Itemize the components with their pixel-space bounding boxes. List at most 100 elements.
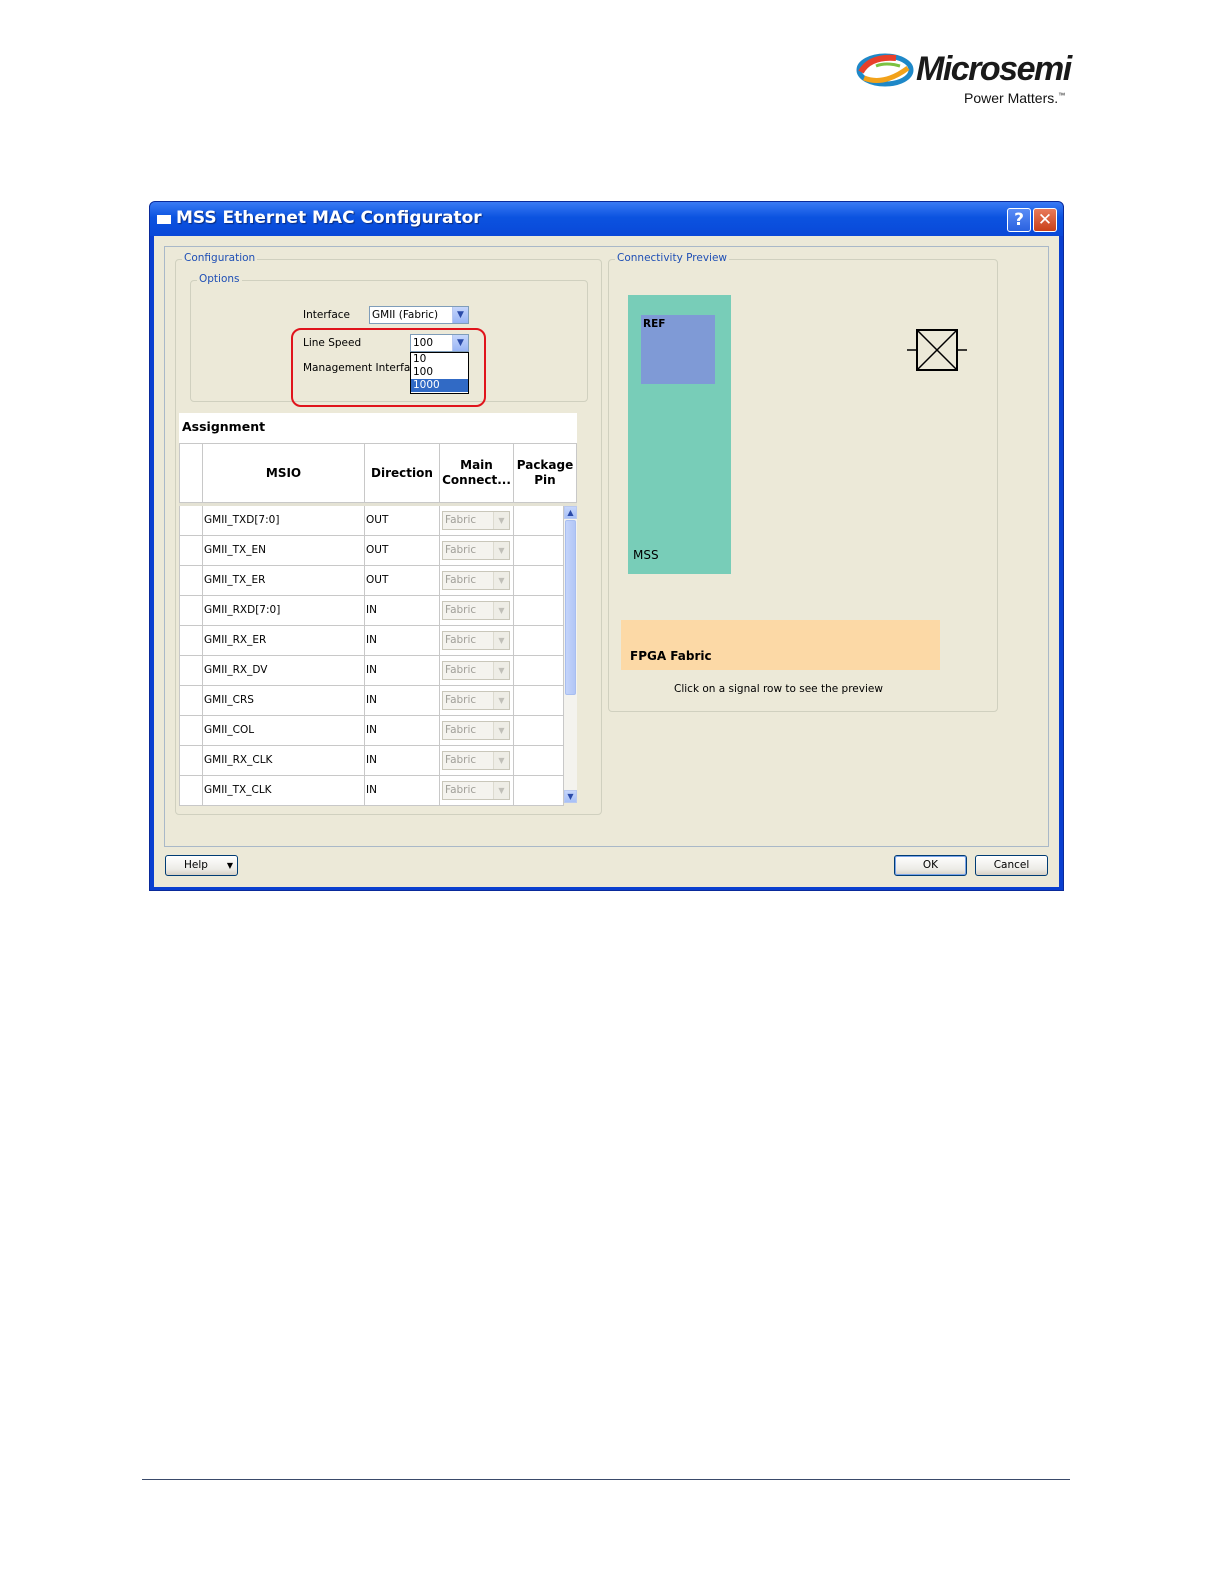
footer-divider [142, 1479, 1070, 1480]
chevron-down-icon[interactable]: ▼ [493, 512, 509, 529]
table-row[interactable]: GMII_RX_DV IN Fabric ▼ [179, 656, 564, 686]
direction-cell: IN [365, 656, 440, 685]
chevron-down-icon[interactable]: ▼ [493, 632, 509, 649]
main-connection-select[interactable]: Fabric ▼ [442, 691, 510, 710]
preview-hint: Click on a signal row to see the preview [674, 683, 883, 695]
table-row[interactable]: GMII_TX_ER OUT Fabric ▼ [179, 566, 564, 596]
table-row[interactable]: GMII_RXD[7:0] IN Fabric ▼ [179, 596, 564, 626]
row-header-cell[interactable] [179, 506, 203, 535]
table-row[interactable]: GMII_TXD[7:0] OUT Fabric ▼ [179, 506, 564, 536]
package-pin-cell[interactable] [514, 596, 564, 625]
row-header-cell[interactable] [179, 686, 203, 715]
help-button[interactable]: Help ▼ [165, 855, 238, 876]
main-connection-value: Fabric [445, 514, 477, 526]
table-row[interactable]: GMII_RX_CLK IN Fabric ▼ [179, 746, 564, 776]
msio-cell: GMII_RX_ER [203, 626, 365, 655]
help-button-label: Help [184, 859, 208, 871]
row-header-cell[interactable] [179, 596, 203, 625]
package-pin-cell[interactable] [514, 506, 564, 535]
io-pad-icon [907, 329, 967, 371]
interface-select-value: GMII (Fabric) [372, 309, 439, 321]
column-header-main-connection[interactable]: Main Connect... [440, 443, 514, 502]
main-connection-select[interactable]: Fabric ▼ [442, 661, 510, 680]
msio-cell: GMII_TX_ER [203, 566, 365, 595]
interface-select[interactable]: GMII (Fabric) ▼ [369, 306, 469, 324]
package-pin-cell[interactable] [514, 536, 564, 565]
chevron-down-icon[interactable]: ▼ [493, 542, 509, 559]
logo-brand-text: Microsemi [916, 50, 1072, 88]
main-connection-select[interactable]: Fabric ▼ [442, 631, 510, 650]
main-connection-value: Fabric [445, 694, 477, 706]
main-connection-select[interactable]: Fabric ▼ [442, 571, 510, 590]
chevron-down-icon[interactable]: ▼ [493, 722, 509, 739]
row-header-cell[interactable] [179, 776, 203, 805]
table-row[interactable]: GMII_CRS IN Fabric ▼ [179, 686, 564, 716]
chevron-down-icon[interactable]: ▼ [493, 662, 509, 679]
column-header-direction[interactable]: Direction [365, 443, 440, 502]
help-icon[interactable]: ? [1007, 208, 1031, 232]
main-connection-select[interactable]: Fabric ▼ [442, 601, 510, 620]
main-connection-value: Fabric [445, 664, 477, 676]
chevron-down-icon[interactable]: ▼ [493, 752, 509, 769]
connectivity-preview-group: Connectivity Preview REF MSS FPGA Fabric [608, 252, 998, 712]
microsemi-logo: Microsemi Power Matters.™ [856, 50, 1072, 112]
main-connection-select[interactable]: Fabric ▼ [442, 721, 510, 740]
msio-cell: GMII_TXD[7:0] [203, 506, 365, 535]
main-connection-select[interactable]: Fabric ▼ [442, 751, 510, 770]
mss-label: MSS [633, 548, 659, 562]
close-icon[interactable]: ✕ [1033, 208, 1057, 232]
options-label: Options [197, 273, 242, 285]
dialog-client-area: Configuration Options Interface GMII (Fa… [154, 236, 1059, 887]
cancel-button[interactable]: Cancel [975, 855, 1048, 876]
row-header-cell[interactable] [179, 716, 203, 745]
main-connection-value: Fabric [445, 574, 477, 586]
msio-cell: GMII_RX_CLK [203, 746, 365, 775]
main-connection-select[interactable]: Fabric ▼ [442, 781, 510, 800]
msio-cell: GMII_CRS [203, 686, 365, 715]
chevron-down-icon[interactable]: ▼ [564, 790, 577, 803]
chevron-down-icon[interactable]: ▼ [493, 692, 509, 709]
main-connection-value: Fabric [445, 724, 477, 736]
main-connection-value: Fabric [445, 544, 477, 556]
row-header-cell[interactable] [179, 536, 203, 565]
row-header-cell[interactable] [179, 656, 203, 685]
package-pin-cell[interactable] [514, 716, 564, 745]
table-row[interactable]: GMII_RX_ER IN Fabric ▼ [179, 626, 564, 656]
microsemi-swirl-icon [856, 53, 914, 87]
chevron-down-icon[interactable]: ▼ [493, 602, 509, 619]
package-pin-cell[interactable] [514, 776, 564, 805]
chevron-down-icon[interactable]: ▼ [493, 782, 509, 799]
msio-cell: GMII_COL [203, 716, 365, 745]
title-bar[interactable]: MSS Ethernet MAC Configurator ? ✕ [150, 202, 1063, 236]
main-connection-value: Fabric [445, 634, 477, 646]
msio-cell: GMII_RX_DV [203, 656, 365, 685]
direction-cell: IN [365, 746, 440, 775]
direction-cell: OUT [365, 566, 440, 595]
main-connection-value: Fabric [445, 604, 477, 616]
direction-cell: OUT [365, 536, 440, 565]
row-header-cell[interactable] [179, 626, 203, 655]
column-header-package-pin[interactable]: Package Pin [514, 443, 577, 502]
table-row[interactable]: GMII_COL IN Fabric ▼ [179, 716, 564, 746]
table-scrollbar[interactable]: ▲ ▼ [564, 506, 577, 803]
row-header-cell[interactable] [179, 566, 203, 595]
ok-button[interactable]: OK [894, 855, 967, 876]
chevron-down-icon[interactable]: ▼ [493, 572, 509, 589]
package-pin-cell[interactable] [514, 686, 564, 715]
chevron-down-icon[interactable]: ▼ [452, 307, 468, 323]
package-pin-cell[interactable] [514, 746, 564, 775]
assignment-title: Assignment [182, 419, 266, 434]
main-connection-select[interactable]: Fabric ▼ [442, 511, 510, 530]
logo-tm: ™ [1058, 92, 1066, 100]
column-header-msio[interactable]: MSIO [203, 443, 365, 502]
chevron-up-icon[interactable]: ▲ [564, 506, 577, 519]
package-pin-cell[interactable] [514, 626, 564, 655]
row-header-cell[interactable] [179, 746, 203, 775]
main-connection-select[interactable]: Fabric ▼ [442, 541, 510, 560]
scrollbar-thumb[interactable] [565, 520, 576, 695]
package-pin-cell[interactable] [514, 656, 564, 685]
table-row[interactable]: GMII_TX_CLK IN Fabric ▼ [179, 776, 564, 806]
package-pin-cell[interactable] [514, 566, 564, 595]
table-row[interactable]: GMII_TX_EN OUT Fabric ▼ [179, 536, 564, 566]
mss-block: REF MSS [628, 295, 731, 574]
